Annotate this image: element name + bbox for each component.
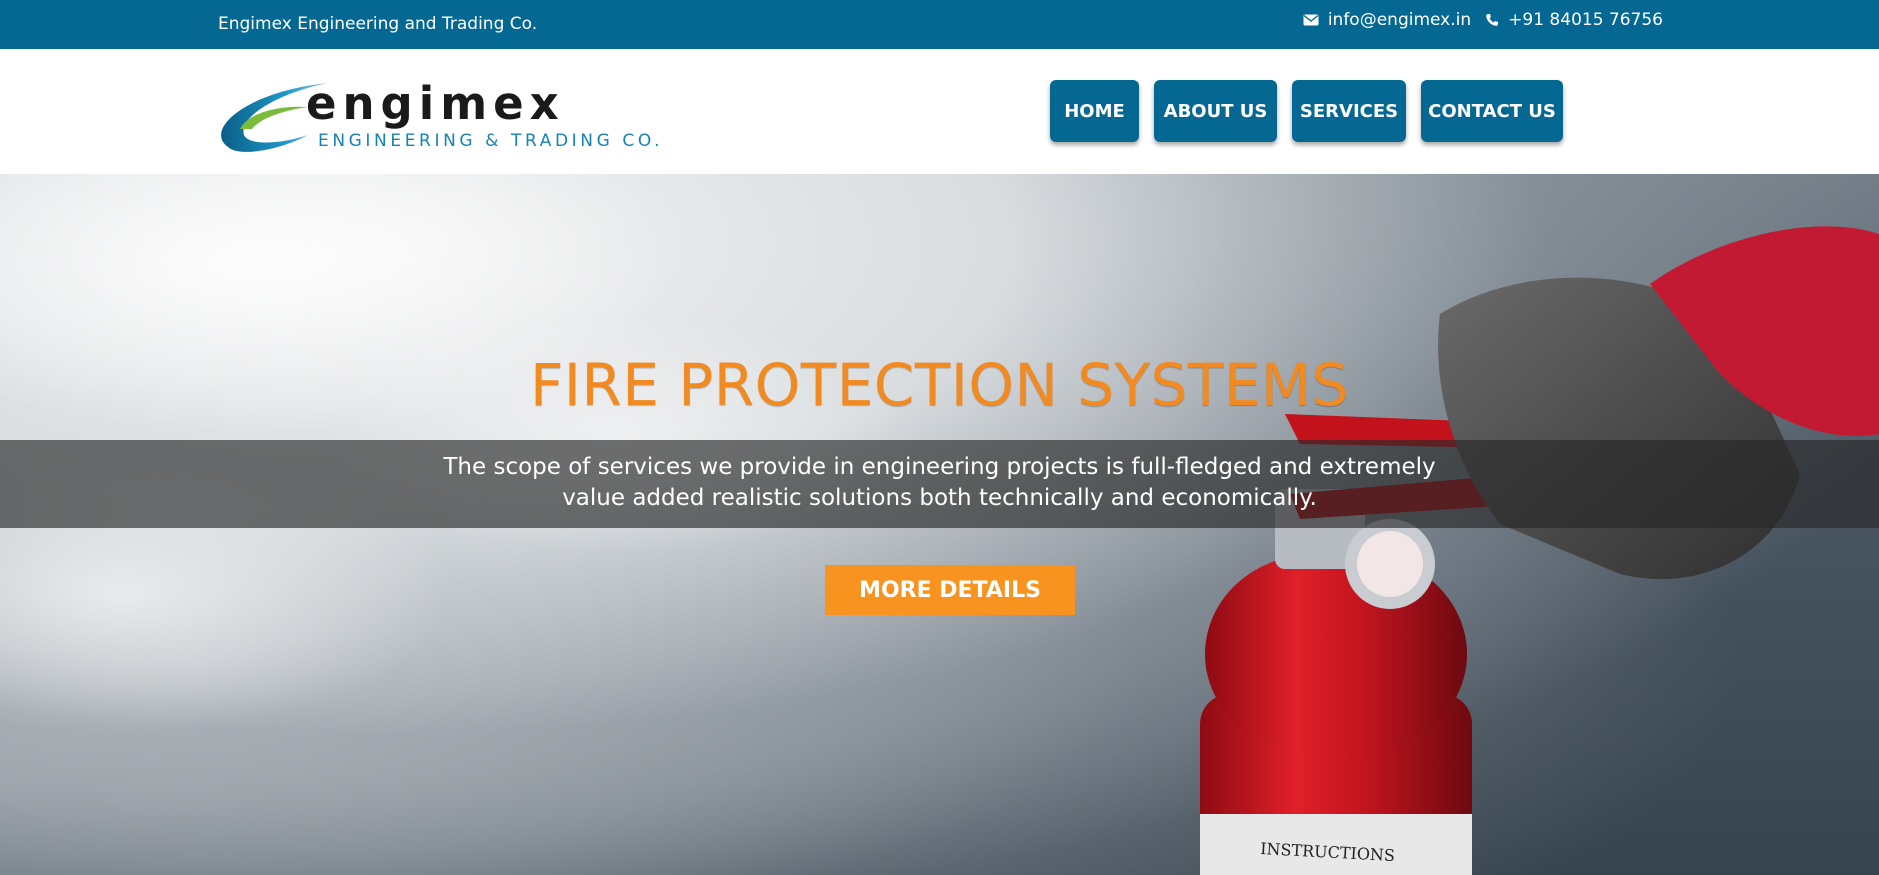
main-nav: HOME ABOUT US SERVICES CONTACT US (1050, 80, 1563, 142)
company-name: Engimex Engineering and Trading Co. (218, 14, 538, 34)
top-info-bar: Engimex Engineering and Trading Co. info… (0, 0, 1879, 49)
nav-home[interactable]: HOME (1050, 80, 1139, 142)
hero-title: FIRE PROTECTION SYSTEMS (530, 351, 1349, 419)
email-text: info@engimex.in (1327, 10, 1472, 30)
phone-link[interactable]: +91 84015 76756 (1485, 10, 1663, 30)
engimex-logo[interactable]: engimex ENGINEERING & TRADING CO. (218, 69, 673, 154)
nav-about-us[interactable]: ABOUT US (1154, 80, 1277, 142)
envelope-icon (1303, 14, 1319, 26)
more-details-button[interactable]: MORE DETAILS (825, 565, 1075, 615)
hero-description-line-1: The scope of services we provide in engi… (443, 454, 1436, 480)
nav-services[interactable]: SERVICES (1292, 80, 1406, 142)
hero-banner: INSTRUCTIONS FIRE PROTECTION SYSTEMS The… (0, 174, 1879, 875)
contact-info: info@engimex.in +91 84015 76756 (1303, 10, 1663, 30)
hero-description: The scope of services we provide in engi… (0, 452, 1879, 514)
phone-icon (1486, 14, 1499, 26)
logo-tagline: ENGINEERING & TRADING CO. (318, 131, 663, 151)
logo-wordmark: engimex (306, 77, 565, 130)
phone-text: +91 84015 76756 (1508, 10, 1663, 30)
email-link[interactable]: info@engimex.in (1303, 10, 1471, 30)
nav-contact-us[interactable]: CONTACT US (1421, 80, 1563, 142)
site-header: engimex ENGINEERING & TRADING CO. HOME A… (0, 49, 1879, 174)
hero-description-line-2: value added realistic solutions both tec… (562, 485, 1317, 511)
